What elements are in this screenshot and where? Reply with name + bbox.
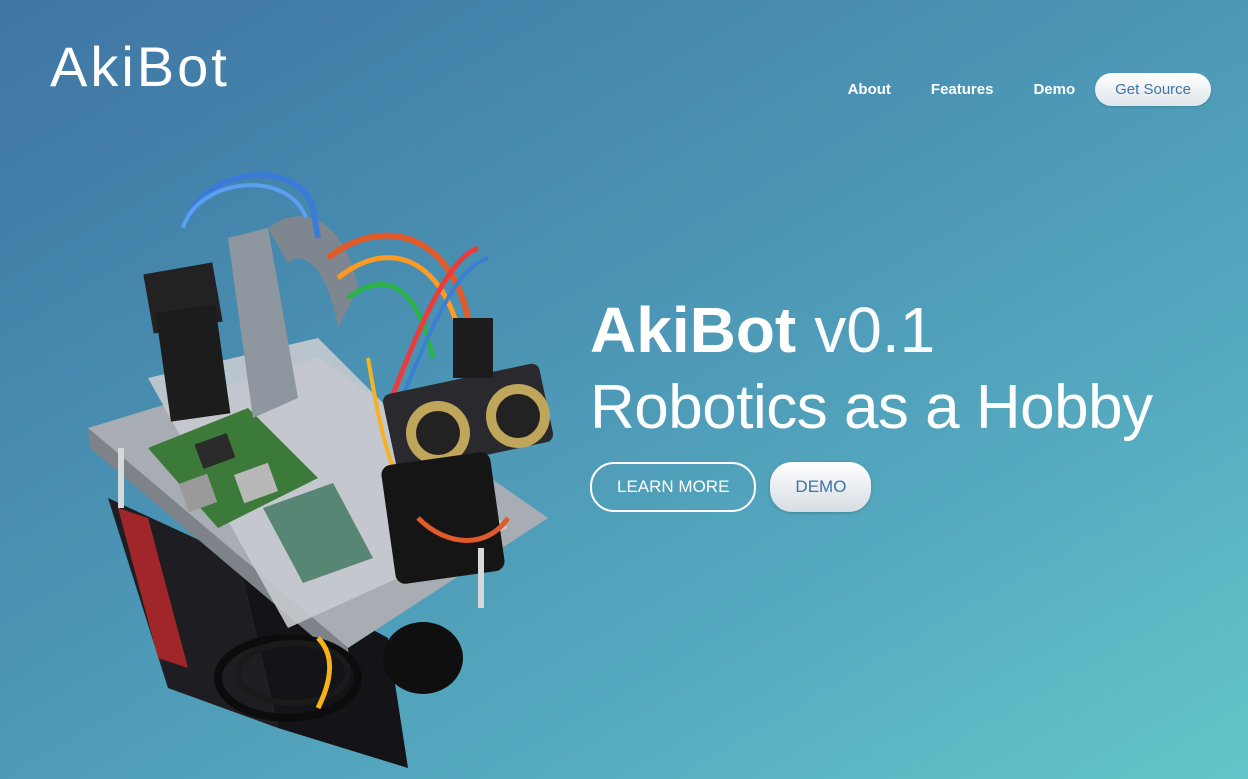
hero-section: AkiBot v0.1 Robotics as a Hobby LEARN MOR… <box>590 292 1153 512</box>
brand-logo[interactable]: AkiBot <box>50 34 230 99</box>
hero-title-version: v0.1 <box>814 294 936 366</box>
nav-features-link[interactable]: Features <box>911 81 1014 98</box>
get-source-button[interactable]: Get Source <box>1095 73 1211 106</box>
hero-buttons: LEARN MORE DEMO <box>590 462 1153 512</box>
nav-about-link[interactable]: About <box>828 81 911 98</box>
hero-title-name: AkiBot <box>590 294 797 366</box>
hero-title: AkiBot v0.1 <box>590 292 1153 368</box>
learn-more-button[interactable]: LEARN MORE <box>590 462 757 512</box>
nav-demo-link[interactable]: Demo <box>1013 81 1095 98</box>
demo-button[interactable]: DEMO <box>770 462 872 512</box>
hero-subtitle: Robotics as a Hobby <box>590 373 1153 442</box>
robot-image <box>88 172 554 768</box>
top-nav: About Features Demo Get Source <box>828 73 1211 106</box>
